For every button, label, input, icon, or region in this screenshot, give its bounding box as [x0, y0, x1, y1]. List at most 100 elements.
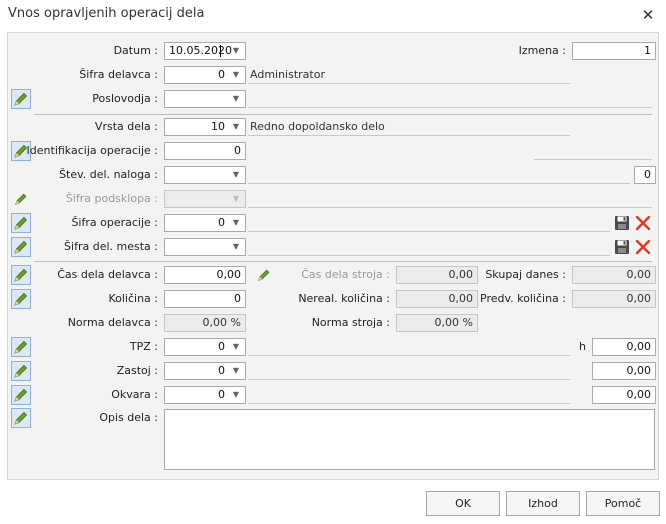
okvara-desc [248, 386, 570, 404]
tpz-amount-field[interactable]: 0,00 [592, 338, 656, 356]
kolicina-field[interactable]: 0 [164, 290, 246, 308]
zastoj-value: 0 [218, 364, 225, 377]
predv-kolicina-field: 0,00 [572, 290, 656, 308]
nereal-kolicina-field: 0,00 [396, 290, 478, 308]
pencil-icon [13, 191, 29, 207]
edit-sifra-del-mesta-button[interactable] [11, 237, 31, 257]
predv-kolicina-label: Predv. količina : [480, 292, 566, 305]
pencil-icon [14, 388, 28, 402]
ok-button[interactable]: OK [426, 491, 500, 516]
sifra-podsklopa-field: ▼ [164, 190, 246, 208]
stev-del-naloga-label: Štev. del. naloga : [59, 168, 158, 181]
chevron-down-icon[interactable]: ▼ [227, 43, 245, 59]
chevron-down-icon[interactable]: ▼ [227, 215, 245, 231]
separator [34, 261, 652, 262]
pencil-icon [14, 240, 28, 254]
poslovodja-field[interactable]: ▼ [164, 90, 246, 108]
datum-label: Datum : [113, 44, 158, 57]
sifra-delavca-desc: Administrator [248, 66, 570, 84]
chevron-down-icon[interactable]: ▼ [227, 167, 245, 183]
okvara-field[interactable]: 0 ▼ [164, 386, 246, 404]
norma-stroja-label: Norma stroja : [311, 316, 390, 329]
floppy-disk-icon[interactable] [614, 215, 630, 231]
izmena-field[interactable]: 1 [572, 42, 656, 60]
edit-poslovodja-button[interactable] [11, 89, 31, 109]
pomoc-button[interactable]: Pomoč [586, 491, 660, 516]
zastoj-desc [248, 362, 570, 380]
pencil-icon [14, 268, 28, 282]
pencil-icon [14, 292, 28, 306]
close-icon[interactable]: ✕ [637, 4, 659, 26]
tpz-field[interactable]: 0 ▼ [164, 338, 246, 356]
identifikacija-desc [534, 142, 652, 160]
opis-dela-label: Opis dela : [99, 411, 158, 424]
edit-zastoj-button[interactable] [11, 361, 31, 381]
stev-del-naloga-field[interactable]: ▼ [164, 166, 246, 184]
pencil-icon[interactable] [256, 267, 272, 283]
sifra-del-mesta-desc [248, 238, 610, 256]
nereal-kolicina-label: Nereal. količina : [298, 292, 390, 305]
stev-del-naloga-desc [248, 166, 630, 184]
pencil-icon [14, 364, 28, 378]
red-x-icon[interactable] [635, 239, 651, 255]
pencil-icon [14, 92, 28, 106]
poslovodja-desc [248, 90, 652, 108]
zastoj-field[interactable]: 0 ▼ [164, 362, 246, 380]
izmena-label: Izmena : [518, 44, 566, 57]
poslovodja-label: Poslovodja : [92, 92, 158, 105]
okvara-value: 0 [218, 388, 225, 401]
chevron-down-icon: ▼ [232, 194, 240, 203]
okvara-amount-field[interactable]: 0,00 [592, 386, 656, 404]
kolicina-label: Količina : [108, 292, 158, 305]
sifra-del-mesta-field[interactable]: ▼ [164, 238, 246, 256]
red-x-icon[interactable] [635, 215, 651, 231]
chevron-down-icon[interactable]: ▼ [227, 339, 245, 355]
zastoj-label: Zastoj : [116, 364, 158, 377]
text-cursor [220, 45, 221, 57]
edit-sifra-operacije-button[interactable] [11, 213, 31, 233]
izhod-button[interactable]: Izhod [506, 491, 580, 516]
chevron-down-icon[interactable]: ▼ [227, 119, 245, 135]
cas-dela-stroja-label: Čas dela stroja : [301, 268, 390, 281]
chevron-down-icon[interactable]: ▼ [227, 67, 245, 83]
edit-tpz-button[interactable] [11, 337, 31, 357]
edit-kolicina-button[interactable] [11, 289, 31, 309]
norma-stroja-field: 0,00 % [396, 314, 478, 332]
edit-okvara-button[interactable] [11, 385, 31, 405]
floppy-disk-icon[interactable] [614, 239, 630, 255]
sifra-operacije-label: Šifra operacije : [71, 216, 158, 229]
datum-field[interactable]: 10.05.2020 ▼ [164, 42, 246, 60]
sifra-operacije-field[interactable]: 0 ▼ [164, 214, 246, 232]
vrsta-dela-desc: Redno dopoldansko delo [248, 118, 570, 136]
chevron-down-icon[interactable]: ▼ [227, 363, 245, 379]
chevron-down-icon[interactable]: ▼ [227, 91, 245, 107]
sifra-delavca-value: 0 [218, 68, 225, 81]
skupaj-danes-field: 0,00 [572, 266, 656, 284]
skupaj-danes-label: Skupaj danes : [485, 268, 566, 281]
vrsta-dela-field[interactable]: 10 ▼ [164, 118, 246, 136]
chevron-down-icon[interactable]: ▼ [227, 239, 245, 255]
pencil-icon [14, 411, 28, 425]
title-bar: Vnos opravljenih operacij dela ✕ [0, 0, 666, 30]
okvara-label: Okvara : [111, 388, 158, 401]
identifikacija-operacije-field[interactable]: 0 [164, 142, 246, 160]
pencil-icon [14, 340, 28, 354]
sifra-podsklopa-desc [248, 190, 652, 208]
edit-opis-dela-button[interactable] [11, 408, 31, 428]
chevron-down-icon[interactable]: ▼ [227, 387, 245, 403]
norma-delavca-label: Norma delavca : [67, 316, 158, 329]
identifikacija-operacije-label: Identifikacija operacije : [26, 144, 158, 157]
opis-dela-textarea[interactable] [164, 409, 655, 470]
vrsta-dela-label: Vrsta dela : [94, 120, 158, 133]
cas-dela-delavca-field[interactable]: 0,00 [164, 266, 246, 284]
stev-del-naloga-extra-field[interactable]: 0 [634, 166, 656, 184]
pencil-icon [14, 216, 28, 230]
tpz-label: TPZ : [129, 340, 158, 353]
norma-delavca-field: 0,00 % [164, 314, 246, 332]
sifra-delavca-field[interactable]: 0 ▼ [164, 66, 246, 84]
zastoj-amount-field[interactable]: 0,00 [592, 362, 656, 380]
sifra-del-mesta-label: Šifra del. mesta : [64, 240, 158, 253]
edit-cas-dela-delavca-button[interactable] [11, 265, 31, 285]
datum-value: 10.05.2020 [169, 44, 232, 57]
sifra-operacije-value: 0 [218, 216, 225, 229]
